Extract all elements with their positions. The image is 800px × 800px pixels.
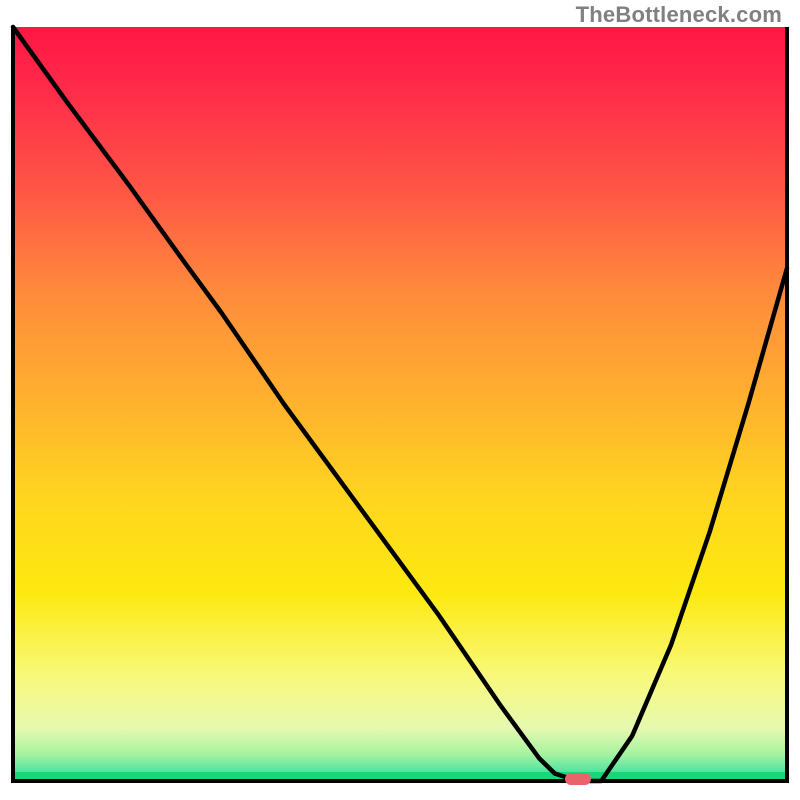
watermark-text: TheBottleneck.com	[576, 2, 782, 28]
chart-root: TheBottleneck.com	[0, 0, 800, 800]
plot-background	[13, 27, 787, 781]
chart-svg	[0, 0, 800, 800]
optimal-point-marker	[565, 773, 591, 785]
